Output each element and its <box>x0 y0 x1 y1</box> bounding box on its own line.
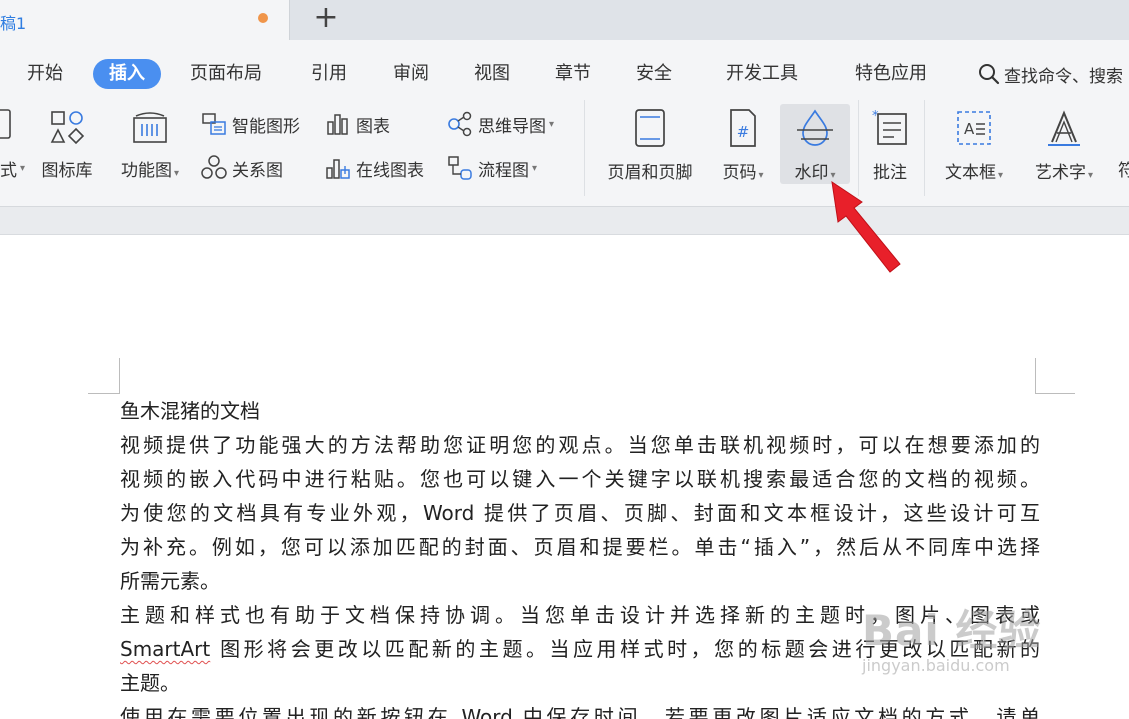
smart-art-button[interactable]: 智能图形 <box>200 110 300 138</box>
tab-developer-tools[interactable]: 开发工具 <box>726 59 798 89</box>
flow-chart-button[interactable]: 流程图 ▾ <box>446 154 537 182</box>
online-chart-button[interactable]: 在线图表 <box>324 154 424 182</box>
baidu-jingyan-watermark: Bai 经验 jingyan.baidu.com <box>862 597 1041 675</box>
comment-button[interactable]: * 批注 <box>866 108 914 183</box>
flow-chart-label: 流程图 <box>478 160 529 181</box>
smart-art-label: 智能图形 <box>232 116 300 137</box>
word-art-icon <box>1048 110 1080 146</box>
text-line: 为补充。例如，您可以添加匹配的封面、页眉和提要栏。单击“插入”，然后从不同库中选… <box>120 535 1040 559</box>
function-chart-label: 功能图 ▾ <box>120 161 180 181</box>
mind-map-button[interactable]: 思维导图 ▾ <box>446 110 554 138</box>
shape-icon <box>0 109 11 139</box>
watermark-icon <box>797 109 833 146</box>
watermark-url: jingyan.baidu.com <box>862 656 1010 675</box>
relation-chart-button[interactable]: 关系图 <box>200 154 283 182</box>
document-title: 鱼木混猪的文档 <box>120 399 260 423</box>
page-number-label: 页码 ▾ <box>722 163 764 183</box>
function-chart-icon <box>133 112 167 143</box>
ribbon-separator <box>924 100 925 196</box>
document-tab-label: 稿1 <box>0 14 27 33</box>
tab-insert[interactable]: 插入 <box>93 59 161 89</box>
online-chart-label: 在线图表 <box>356 160 424 181</box>
text-line: 视频提供了功能强大的方法帮助您证明您的观点。当您单击联机视频时，可以在想要添加的 <box>120 433 1040 457</box>
tab-home[interactable]: 开始 <box>27 59 63 89</box>
relation-chart-icon <box>201 155 227 179</box>
partial-left-label: 式 <box>0 161 17 181</box>
tab-references[interactable]: 引用 <box>311 59 347 89</box>
partial-right-label: 符 <box>1118 161 1129 181</box>
text-line: 视频的嵌入代码中进行粘贴。您也可以键入一个关键字以联机搜索最适合您的文档的视频。 <box>120 467 1040 491</box>
header-footer-button[interactable]: 页眉和页脚 <box>598 108 702 183</box>
comment-icon: * <box>872 109 907 145</box>
chart-button[interactable]: 图表 <box>324 110 390 138</box>
new-tab-button[interactable]: + <box>312 1 340 35</box>
chart-label: 图表 <box>356 116 390 137</box>
relation-chart-label: 关系图 <box>232 160 283 181</box>
tab-view[interactable]: 视图 <box>474 59 510 89</box>
header-footer-icon <box>635 109 665 147</box>
ruler-strip <box>0 207 1129 235</box>
text-box-label: 文本框 ▾ <box>944 163 1004 183</box>
text-line: 使用在需要位置出现的新按钮在 Word 中保存时间。若要更改图片适应文档的方式，… <box>120 705 1040 719</box>
icon-library-label: 图标库 <box>41 161 93 181</box>
tab-security[interactable]: 安全 <box>636 59 672 89</box>
partial-right-button[interactable]: 符 <box>1118 156 1129 181</box>
word-art-button[interactable]: 艺术字 ▾ <box>1026 108 1102 183</box>
command-search[interactable]: 查找命令、搜索 <box>978 59 1123 89</box>
text-line: 为使您的文档具有专业外观，Word 提供了页眉、页脚、封面和文本框设计，这些设计… <box>120 501 1040 525</box>
tab-review[interactable]: 审阅 <box>393 59 429 89</box>
mind-map-label: 思维导图 <box>478 116 546 137</box>
document-tab[interactable]: 稿1 <box>0 0 290 40</box>
page-number-button[interactable]: # 页码 ▾ <box>714 108 772 183</box>
online-chart-icon <box>326 159 350 179</box>
tab-special-apps[interactable]: 特色应用 <box>855 59 927 89</box>
partial-left-button[interactable]: 式 ▾ <box>0 156 25 181</box>
function-chart-button[interactable]: 功能图 ▾ <box>112 108 188 181</box>
page-corner-mark <box>1035 358 1075 394</box>
tab-chapter[interactable]: 章节 <box>555 59 591 89</box>
text-box-button[interactable]: A 文本框 ▾ <box>936 108 1012 183</box>
page-number-icon: # <box>730 109 756 147</box>
watermark-button[interactable]: 水印 ▾ <box>783 108 847 183</box>
red-arrow-icon <box>831 180 901 273</box>
watermark-logo: Bai 经验 <box>862 606 1042 655</box>
search-icon <box>979 64 1000 85</box>
icon-library-icon <box>50 111 85 145</box>
tab-bar: 稿1 + <box>0 0 1129 40</box>
ribbon-separator <box>584 100 585 196</box>
svg-text:A: A <box>964 120 975 138</box>
icon-library-button[interactable]: 图标库 <box>36 108 98 181</box>
page-corner-mark <box>88 358 120 394</box>
header-footer-label: 页眉和页脚 <box>607 163 693 183</box>
spellcheck-word: SmartArt <box>120 637 211 661</box>
word-art-label: 艺术字 ▾ <box>1034 163 1094 183</box>
unsaved-dot-icon <box>258 13 268 23</box>
svg-text:#: # <box>737 123 750 141</box>
tab-page-layout[interactable]: 页面布局 <box>190 59 262 89</box>
smart-art-icon <box>202 113 226 135</box>
flow-chart-icon <box>448 156 472 180</box>
text-line: 所需元素。 <box>120 569 220 593</box>
command-search-label: 查找命令、搜索 <box>1004 66 1123 87</box>
text-box-icon: A <box>957 111 991 145</box>
bar-chart-icon <box>327 114 348 135</box>
mind-map-icon <box>448 111 472 137</box>
